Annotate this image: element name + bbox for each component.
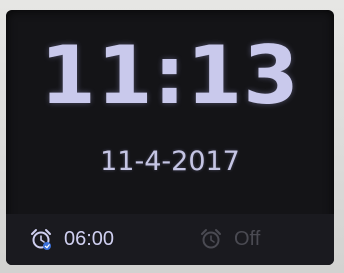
alarm-clock-active-icon <box>30 228 64 250</box>
clock-time: 11:13 <box>40 29 300 122</box>
device-bezel: 11:13 11-4-2017 06:00 Off <box>0 0 344 273</box>
alarm-2-status: Off <box>234 227 261 250</box>
alarm-clock-inactive-icon <box>200 228 234 250</box>
clock-date: 11-4-2017 <box>100 146 240 177</box>
alarm-1[interactable]: 06:00 <box>30 226 114 252</box>
alarm-2[interactable]: Off <box>200 226 260 252</box>
display-screen: 11:13 11-4-2017 06:00 Off <box>6 10 334 265</box>
alarm-status-bar: 06:00 Off <box>6 214 334 265</box>
alarm-1-time: 06:00 <box>64 227 115 250</box>
